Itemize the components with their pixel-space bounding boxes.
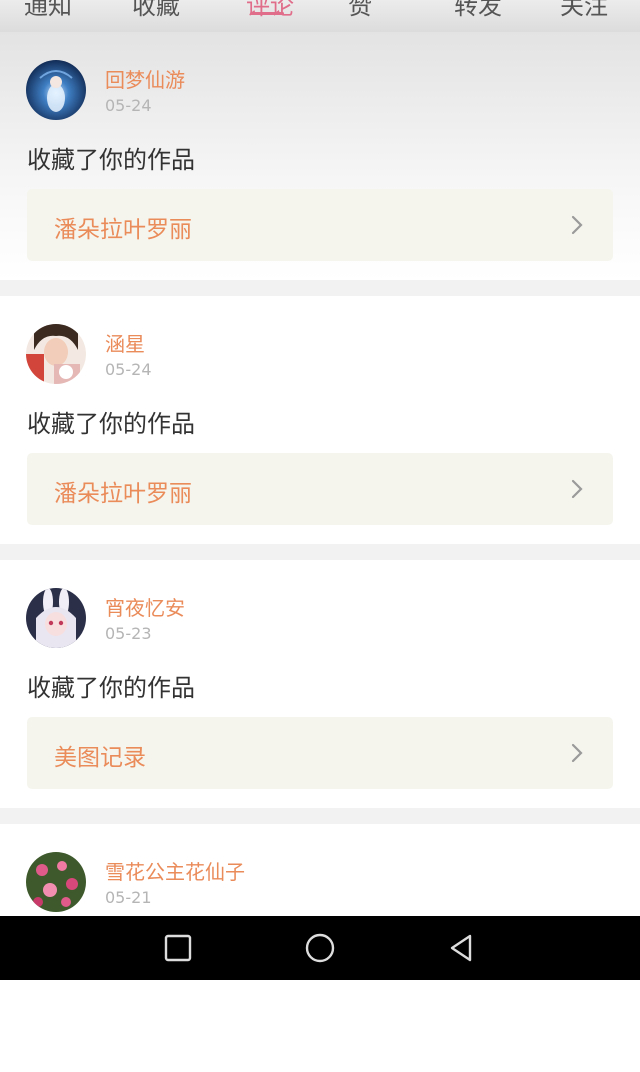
action-text: 收藏了你的作品 xyxy=(27,674,195,702)
tab-forward[interactable]: 转发 xyxy=(454,0,502,21)
active-tab-indicator xyxy=(250,12,284,15)
work-title: 美图记录 xyxy=(54,745,146,771)
chevron-right-icon xyxy=(571,215,583,235)
recent-apps-icon[interactable] xyxy=(162,932,194,964)
action-text: 收藏了你的作品 xyxy=(27,410,195,438)
work-link[interactable]: 潘朵拉叶罗丽 xyxy=(27,189,613,261)
post-date: 05-23 xyxy=(105,624,152,643)
post-date: 05-24 xyxy=(105,96,152,115)
back-icon[interactable] xyxy=(446,932,478,964)
tab-favorite[interactable]: 收藏 xyxy=(132,0,180,21)
top-tab-bar: 通知 收藏 评论 赞 转发 关注 xyxy=(0,0,640,32)
avatar[interactable] xyxy=(26,588,86,648)
work-title: 潘朵拉叶罗丽 xyxy=(54,481,192,507)
tab-notice[interactable]: 通知 xyxy=(24,0,72,21)
feed-item: 宵夜忆安 05-23 收藏了你的作品 美图记录 xyxy=(0,560,640,808)
chevron-right-icon xyxy=(571,743,583,763)
divider xyxy=(0,544,640,560)
username[interactable]: 回梦仙游 xyxy=(105,64,185,93)
divider xyxy=(0,808,640,824)
username[interactable]: 涵星 xyxy=(105,328,145,357)
action-text: 收藏了你的作品 xyxy=(27,146,195,174)
tab-like[interactable]: 赞 xyxy=(348,0,372,21)
work-link[interactable]: 潘朵拉叶罗丽 xyxy=(27,453,613,525)
username[interactable]: 宵夜忆安 xyxy=(105,592,185,621)
divider xyxy=(0,280,640,296)
tab-follow[interactable]: 关注 xyxy=(560,0,608,21)
work-link[interactable]: 美图记录 xyxy=(27,717,613,789)
avatar[interactable] xyxy=(26,324,86,384)
feed-item: 涵星 05-24 收藏了你的作品 潘朵拉叶罗丽 xyxy=(0,296,640,544)
post-date: 05-21 xyxy=(105,888,152,907)
home-icon[interactable] xyxy=(304,932,336,964)
work-title: 潘朵拉叶罗丽 xyxy=(54,217,192,243)
tab-comment[interactable]: 评论 xyxy=(246,0,294,21)
post-date: 05-24 xyxy=(105,360,152,379)
avatar[interactable] xyxy=(26,852,86,912)
system-nav-bar xyxy=(0,916,640,980)
feed-item: 回梦仙游 05-24 收藏了你的作品 潘朵拉叶罗丽 xyxy=(0,32,640,280)
avatar[interactable] xyxy=(26,60,86,120)
username[interactable]: 雪花公主花仙子 xyxy=(105,856,245,885)
chevron-right-icon xyxy=(571,479,583,499)
